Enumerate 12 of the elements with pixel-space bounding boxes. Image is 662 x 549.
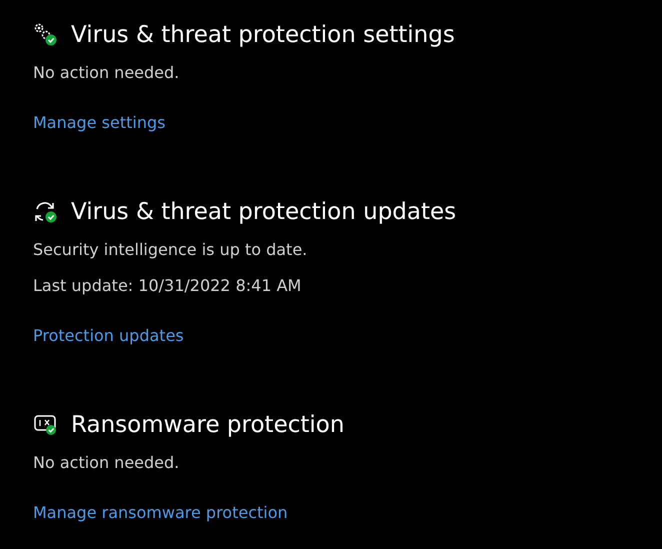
sync-check-icon bbox=[33, 199, 59, 225]
status-text: Last update: 10/31/2022 8:41 AM bbox=[33, 275, 302, 297]
section-title: Virus & threat protection settings bbox=[71, 21, 455, 50]
section-title: Virus & threat protection updates bbox=[71, 198, 456, 227]
link[interactable]: Manage settings bbox=[33, 105, 166, 141]
status-text: No action needed. bbox=[33, 452, 180, 474]
gears-check-icon bbox=[33, 22, 59, 48]
section-title: Ransomware protection bbox=[71, 411, 344, 440]
link[interactable]: Protection updates bbox=[33, 318, 184, 354]
status-text: Security intelligence is up to date. bbox=[33, 239, 308, 261]
status-text: No action needed. bbox=[33, 62, 180, 84]
link[interactable]: Manage ransomware protection bbox=[33, 495, 288, 531]
